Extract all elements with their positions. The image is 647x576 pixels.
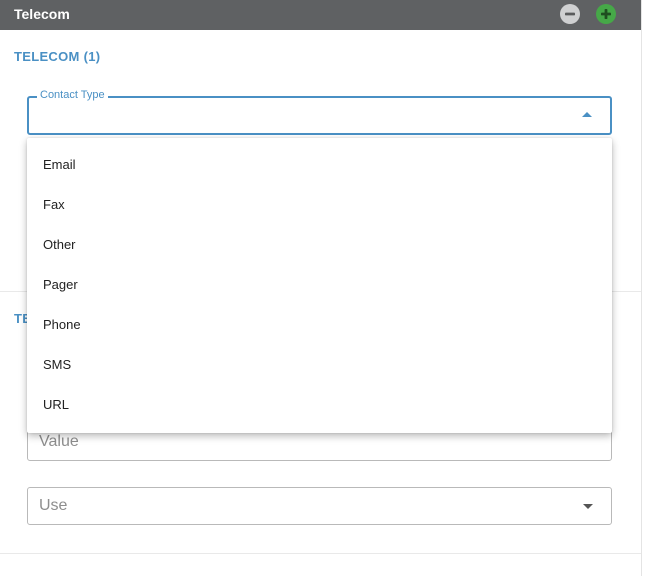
option-url[interactable]: URL bbox=[27, 385, 612, 425]
option-phone[interactable]: Phone bbox=[27, 305, 612, 345]
plus-circle-icon bbox=[601, 9, 611, 19]
value-placeholder: Value bbox=[39, 433, 79, 450]
contact-type-label: Contact Type bbox=[37, 89, 108, 101]
panel-header: Telecom bbox=[0, 0, 641, 30]
section-title-telecom-1: TELECOM (1) bbox=[14, 49, 101, 64]
contact-type-dropdown: Email Fax Other Pager Phone SMS URL bbox=[27, 138, 612, 433]
remove-button[interactable] bbox=[560, 4, 580, 24]
option-pager[interactable]: Pager bbox=[27, 265, 612, 305]
minus-circle-icon bbox=[565, 12, 575, 16]
option-email[interactable]: Email bbox=[27, 145, 612, 185]
panel-title: Telecom bbox=[14, 6, 70, 22]
contact-type-select[interactable]: Contact Type bbox=[27, 89, 612, 135]
chevron-up-icon bbox=[582, 112, 592, 117]
add-button[interactable] bbox=[596, 4, 616, 24]
page: Telecom TELECOM (1) Contact Type TE Valu… bbox=[0, 0, 647, 576]
chevron-down-icon bbox=[583, 504, 593, 509]
option-fax[interactable]: Fax bbox=[27, 185, 612, 225]
section-divider-bottom bbox=[0, 553, 641, 554]
use-select[interactable]: Use bbox=[27, 487, 612, 525]
option-sms[interactable]: SMS bbox=[27, 345, 612, 385]
option-other[interactable]: Other bbox=[27, 225, 612, 265]
use-placeholder: Use bbox=[39, 497, 68, 514]
